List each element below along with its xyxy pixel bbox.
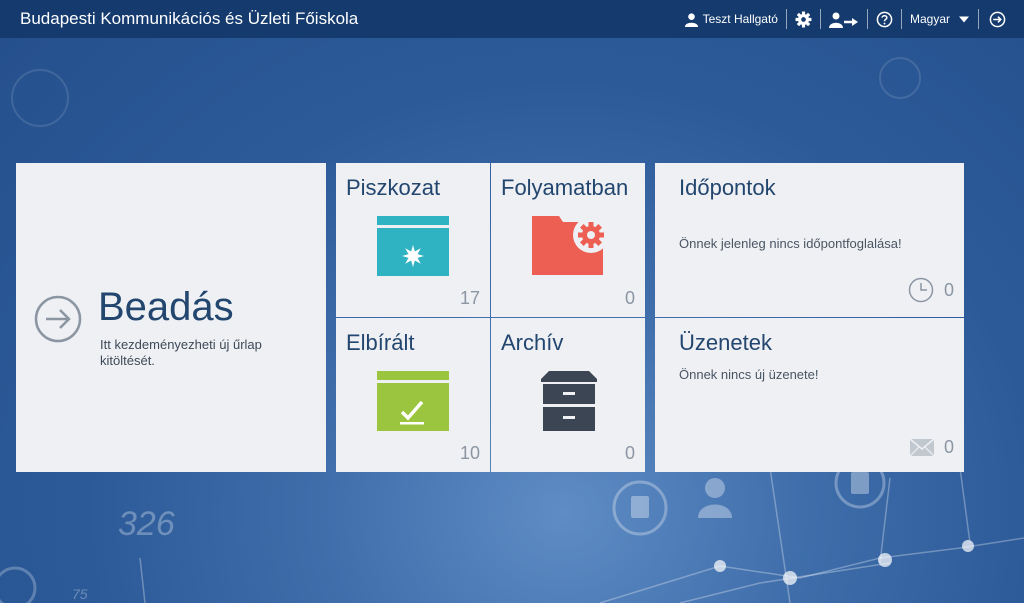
caret-down-icon <box>959 16 969 22</box>
tile-submit-subtitle: Itt kezdeményezheti új űrlap kitöltését. <box>100 337 262 368</box>
tile-in-progress-title: Folyamatban <box>501 175 629 200</box>
background-number: 75 <box>72 586 88 602</box>
gear-icon <box>795 11 812 27</box>
tile-evaluated[interactable]: Elbírált 10 <box>336 318 490 472</box>
tile-appointments[interactable]: Időpontok Önnek jelenleg nincs időpontfo… <box>655 163 964 317</box>
user-menu[interactable]: Teszt Hallgató <box>676 0 786 38</box>
tile-archive-count: 0 <box>624 443 635 463</box>
tile-in-progress[interactable]: Folyamatban 0 <box>491 163 645 317</box>
mail-icon <box>909 439 934 456</box>
tile-in-progress-count: 0 <box>624 288 635 308</box>
help-button[interactable] <box>868 0 901 38</box>
tile-evaluated-title: Elbírált <box>346 330 415 355</box>
language-label: Magyar <box>909 12 950 26</box>
tile-messages-text: Önnek nincs új üzenete! <box>679 367 819 382</box>
top-bar: Budapesti Kommunikációs és Üzleti Főisko… <box>0 0 1024 38</box>
tile-draft[interactable]: Piszkozat 17 <box>336 163 490 317</box>
folder-gear-icon <box>532 216 609 275</box>
settings-button[interactable] <box>787 0 820 38</box>
clock-icon <box>908 277 934 303</box>
language-select[interactable]: Magyar <box>902 0 978 38</box>
tile-messages-count-wrap: 0 <box>909 437 954 458</box>
switch-user-button[interactable] <box>821 0 867 38</box>
user-name: Teszt Hallgató <box>702 12 778 26</box>
folder-check-icon <box>377 371 449 431</box>
tile-evaluated-count: 10 <box>459 443 480 463</box>
arrow-right-circle-icon <box>34 295 82 343</box>
tile-appointments-title: Időpontok <box>679 175 776 200</box>
tile-archive[interactable]: Archív 0 <box>491 318 645 472</box>
tile-appointments-count-wrap: 0 <box>908 277 954 303</box>
logout-button[interactable] <box>979 0 1024 38</box>
background-number: 326 <box>118 505 175 543</box>
app-title: Budapesti Kommunikációs és Üzleti Főisko… <box>20 9 359 28</box>
tile-messages[interactable]: Üzenetek Önnek nincs új üzenete! 0 <box>655 318 964 472</box>
tile-messages-title: Üzenetek <box>679 330 772 355</box>
tile-archive-title: Archív <box>501 330 564 355</box>
tile-messages-count: 0 <box>943 437 954 457</box>
user-icon <box>684 12 698 27</box>
tile-draft-title: Piszkozat <box>346 175 441 200</box>
tile-appointments-text: Önnek jelenleg nincs időpontfoglalása! <box>679 236 902 251</box>
tile-submit[interactable]: Beadás Itt kezdeményezheti új űrlap kitö… <box>16 163 326 472</box>
folder-star-icon <box>377 216 449 276</box>
tile-submit-title: Beadás <box>98 285 234 329</box>
logout-icon <box>989 11 1006 27</box>
archive-box-icon <box>541 371 597 431</box>
tile-draft-count: 17 <box>459 288 480 308</box>
tile-appointments-count: 0 <box>943 279 954 300</box>
help-icon <box>876 11 893 27</box>
user-switch-icon <box>828 12 858 28</box>
top-nav: Teszt Hallgató Magyar <box>676 0 1024 38</box>
